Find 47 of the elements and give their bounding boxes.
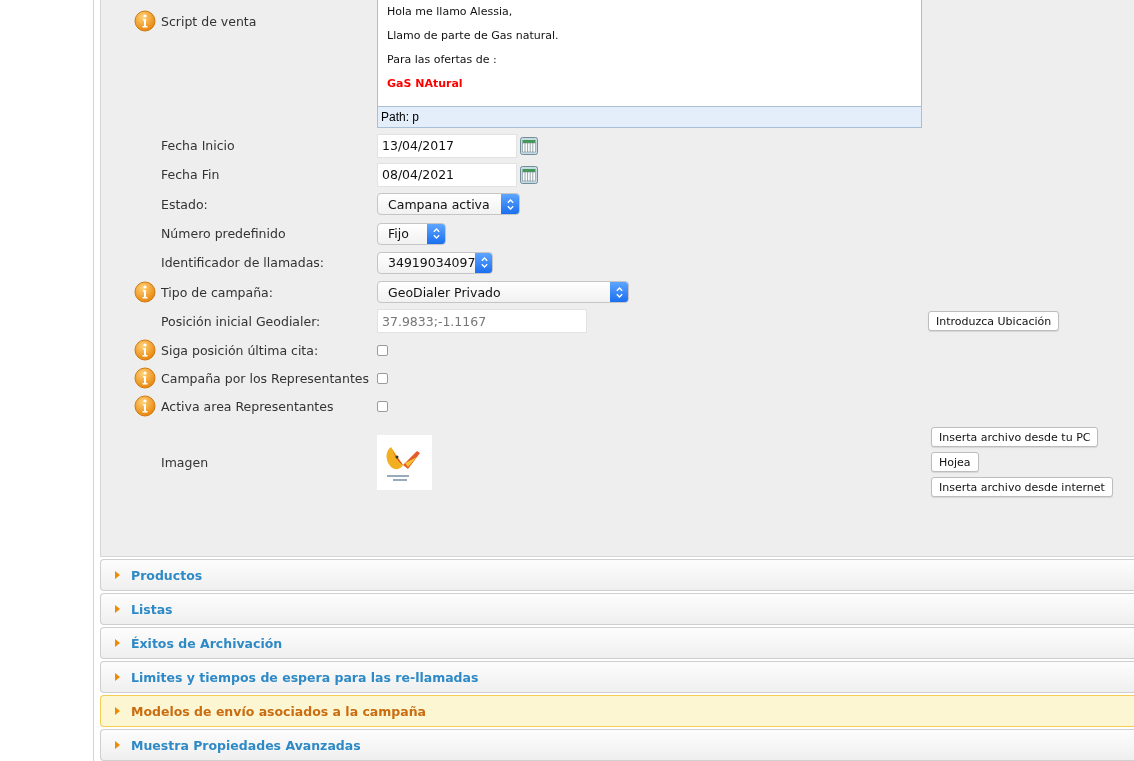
caret-icon — [115, 673, 120, 681]
field-label: Identificador de llamadas: — [161, 255, 326, 271]
file-button[interactable]: Inserta archivo desde internet — [931, 477, 1113, 498]
field-label: Script de venta — [161, 13, 258, 29]
checkbox[interactable] — [377, 400, 388, 412]
info-icon — [134, 395, 156, 418]
field-label: Tipo de campaña: — [161, 284, 274, 300]
info-icon — [134, 10, 156, 32]
editor-path: Path: p — [378, 106, 921, 127]
field-label: Fecha Inicio — [161, 138, 236, 154]
date-field[interactable]: 13/04/2017 — [377, 133, 517, 158]
dropdown[interactable]: Campana activa — [377, 193, 520, 216]
field-label: Siga posición última cita: — [161, 342, 320, 358]
script-line: GaS NAtural — [387, 76, 463, 92]
field-label: Imagen — [161, 454, 210, 470]
spinner-icon[interactable] — [475, 252, 492, 273]
calendar-icon[interactable] — [520, 165, 538, 184]
spinner-icon[interactable] — [427, 223, 445, 244]
caret-icon — [115, 605, 120, 613]
dropdown[interactable]: GeoDialer Privado — [377, 281, 629, 304]
field-label: Número predefinido — [161, 226, 287, 242]
file-button[interactable]: Inserta archivo desde tu PC — [931, 427, 1099, 448]
spinner-icon[interactable] — [501, 194, 519, 215]
file-button[interactable]: Hojea — [931, 452, 979, 473]
field-label: Activa area Representantes — [161, 398, 335, 414]
script-line: Para las ofertas de : — [387, 52, 497, 68]
date-field[interactable]: 08/04/2021 — [377, 162, 517, 187]
field-label: Posición inicial Geodialer: — [161, 313, 322, 329]
checkbox[interactable] — [377, 372, 388, 384]
info-icon — [134, 281, 156, 304]
checkbox[interactable] — [377, 344, 388, 356]
field-label: Campaña por los Representantes — [161, 370, 371, 386]
caret-icon — [115, 741, 120, 749]
text-editor[interactable]: Hola me llamo Alessia, Llamo de parte de Gas natural. Para las ofertas de : GaS NAtural Path: p — [377, 0, 922, 128]
field-label: Fecha Fin — [161, 167, 221, 183]
script-line: Hola me llamo Alessia, — [387, 4, 513, 20]
info-icon — [134, 367, 156, 390]
calendar-icon[interactable] — [520, 136, 538, 155]
script-line: Llamo de parte de Gas natural. — [387, 28, 559, 44]
spinner-icon[interactable] — [610, 282, 628, 303]
caret-icon — [115, 707, 120, 715]
caret-icon — [115, 571, 120, 579]
dropdown[interactable]: 34919034097 — [377, 251, 493, 274]
field-label: Estado: — [161, 196, 209, 212]
caret-icon — [115, 639, 120, 647]
info-icon — [134, 339, 156, 362]
dropdown[interactable]: Fijo — [377, 222, 446, 245]
